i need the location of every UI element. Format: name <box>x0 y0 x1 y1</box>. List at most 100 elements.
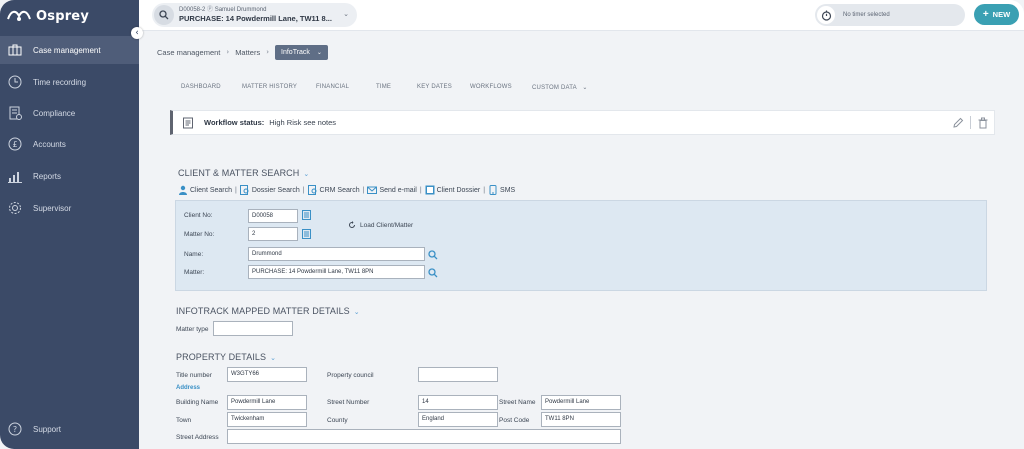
trash-icon[interactable] <box>977 117 989 129</box>
pencil-icon[interactable] <box>952 117 964 129</box>
sidebar-collapse-button[interactable]: ‹ <box>131 27 143 39</box>
post-code-input[interactable]: TW11 8PN <box>541 412 621 427</box>
chevron-down-icon[interactable]: ⌄ <box>343 10 349 18</box>
breadcrumb: Case management › Matters › InfoTrack ⌄ <box>157 44 328 60</box>
top-bar: D00058-2 Ⓟ Samuel Drummond PURCHASE: 14 … <box>139 0 1024 31</box>
matter-no-label: Matter No: <box>184 231 215 238</box>
envelope-icon <box>367 186 378 194</box>
street-address-label: Street Address <box>176 434 219 441</box>
client-name: Samuel Drummond <box>214 7 267 14</box>
link-label: Client Search <box>190 186 233 194</box>
tab-financial[interactable]: FINANCIAL <box>316 84 349 90</box>
search-icon[interactable] <box>154 5 174 25</box>
chevron-right-icon: › <box>226 48 230 56</box>
sidebar-item-supervisor[interactable]: Supervisor <box>0 194 139 222</box>
town-input[interactable]: Twickenham <box>227 412 307 427</box>
lookup-list-icon[interactable] <box>302 210 311 220</box>
street-address-input[interactable] <box>227 429 621 444</box>
new-button[interactable]: + NEW <box>974 4 1019 25</box>
address-subheading: Address <box>176 385 201 391</box>
tab-dashboard[interactable]: DASHBOARD <box>181 84 221 90</box>
refresh-icon <box>349 221 355 228</box>
section-title-text: PROPERTY DETAILS <box>176 352 267 362</box>
search-icon[interactable] <box>428 250 438 260</box>
title-number-input[interactable]: W3GTY66 <box>227 367 307 382</box>
client-dossier-link[interactable]: Client Dossier <box>425 185 481 195</box>
street-number-input[interactable]: 14 <box>418 395 498 410</box>
timer-selector[interactable]: No timer selected <box>815 4 965 26</box>
street-name-input[interactable]: Powdermill Lane <box>541 395 621 410</box>
property-council-input[interactable] <box>418 367 498 382</box>
copy-icon[interactable]: Ⓟ <box>207 7 213 13</box>
svg-text:?: ? <box>13 425 17 434</box>
property-details-heading[interactable]: PROPERTY DETAILS ⌄ <box>176 352 276 362</box>
sidebar-item-label: Accounts <box>33 139 66 149</box>
search-icon[interactable] <box>428 268 438 278</box>
link-separator: | <box>235 186 237 194</box>
sidebar-item-label: Supervisor <box>33 203 72 213</box>
bar-chart-icon <box>8 169 22 183</box>
tab-workflows[interactable]: WORKFLOWS <box>470 84 512 90</box>
tab-time[interactable]: TIME <box>376 84 391 90</box>
client-search-links: Client Search | Dossier Search | CRM Sea… <box>178 184 515 196</box>
tab-key-dates[interactable]: KEY DATES <box>417 84 452 90</box>
workflow-status-bar: Workflow status: High Risk see notes <box>170 110 995 135</box>
tab-custom-data[interactable]: CUSTOM DATA ⌄ <box>532 84 588 91</box>
sidebar-item-label: Compliance <box>33 108 76 118</box>
user-icon <box>179 185 187 195</box>
matter-title: PURCHASE: 14 Powdermill Lane, TW11 8... <box>179 14 332 24</box>
client-no-input[interactable]: D00058 <box>248 209 298 223</box>
link-separator: | <box>302 186 305 194</box>
osprey-logo-icon <box>7 10 31 21</box>
client-search-link[interactable]: Client Search <box>178 185 232 195</box>
name-label: Name: <box>184 251 204 258</box>
gear-icon <box>8 201 22 215</box>
sidebar-item-label: Time recording <box>33 77 87 87</box>
breadcrumb-current-dropdown[interactable]: InfoTrack ⌄ <box>275 44 328 60</box>
compliance-icon <box>8 106 22 120</box>
sidebar-item-time-recording[interactable]: Time recording <box>0 68 139 96</box>
link-separator: | <box>483 186 486 194</box>
matter-input[interactable]: PURCHASE: 14 Powdermill Lane, TW11 8PN <box>248 265 425 279</box>
tab-matter-history[interactable]: MATTER HISTORY <box>242 84 297 90</box>
sidebar-item-compliance[interactable]: Compliance <box>0 99 139 127</box>
chevron-down-icon: ⌄ <box>582 84 588 91</box>
link-label: CRM Search <box>319 186 360 194</box>
phone-icon <box>489 185 497 195</box>
crm-search-link[interactable]: CRM Search <box>307 185 360 195</box>
current-matter-selector[interactable]: D00058-2 Ⓟ Samuel Drummond PURCHASE: 14 … <box>152 3 357 27</box>
dossier-search-icon <box>239 185 249 195</box>
building-name-input[interactable]: Powdermill Lane <box>227 395 307 410</box>
dossier-search-link[interactable]: Dossier Search <box>239 185 300 195</box>
county-input[interactable]: England <box>418 412 498 427</box>
app-logo[interactable]: Osprey <box>6 5 89 27</box>
load-client-matter-button[interactable]: Load Client/Matter <box>348 221 413 229</box>
sidebar-item-label: Support <box>33 424 62 434</box>
sidebar-item-label: Case management <box>33 45 101 55</box>
name-input[interactable]: Drummond <box>248 247 425 261</box>
street-name-label: Street Name <box>499 399 536 406</box>
send-email-link[interactable]: Send e-mail <box>367 185 417 195</box>
mapped-matter-details-heading[interactable]: INFOTRACK MAPPED MATTER DETAILS ⌄ <box>176 306 360 316</box>
client-matter-search-heading[interactable]: CLIENT & MATTER SEARCH ⌄ <box>178 168 309 178</box>
chevron-down-icon: ⌄ <box>270 354 277 362</box>
client-no-label: Client No: <box>184 212 213 219</box>
sidebar-item-accounts[interactable]: £ Accounts <box>0 130 139 158</box>
app-name: Osprey <box>36 8 89 24</box>
sidebar-item-reports[interactable]: Reports <box>0 162 139 190</box>
matter-type-input[interactable] <box>213 321 293 336</box>
dossier-icon <box>425 185 435 195</box>
post-code-label: Post Code <box>499 417 530 424</box>
briefcase-icon <box>8 43 22 57</box>
sms-link[interactable]: SMS <box>488 185 515 195</box>
sidebar-item-support[interactable]: ? Support <box>0 415 139 443</box>
matter-type-label: Matter type <box>176 326 209 333</box>
chevron-down-icon: ⌄ <box>316 48 322 56</box>
chevron-down-icon: ⌄ <box>303 170 310 178</box>
lookup-list-icon[interactable] <box>302 229 311 239</box>
breadcrumb-matters[interactable]: Matters <box>235 48 260 57</box>
breadcrumb-case-management[interactable]: Case management <box>157 48 220 57</box>
matter-no-input[interactable]: 2 <box>248 227 298 241</box>
sidebar-item-case-management[interactable]: Case management <box>0 36 139 64</box>
link-label: Client Dossier <box>436 186 481 194</box>
